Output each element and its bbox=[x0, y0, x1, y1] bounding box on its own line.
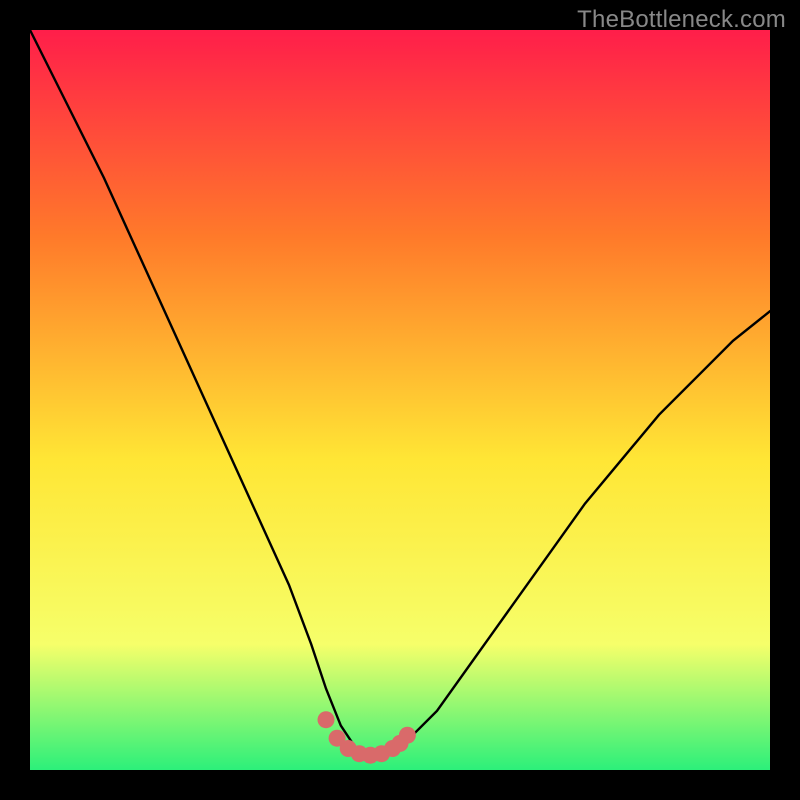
chart-frame: TheBottleneck.com bbox=[0, 0, 800, 800]
marker-point bbox=[318, 711, 335, 728]
marker-point bbox=[399, 727, 416, 744]
bottleneck-chart bbox=[30, 30, 770, 770]
gradient-background bbox=[30, 30, 770, 770]
plot-area bbox=[30, 30, 770, 770]
